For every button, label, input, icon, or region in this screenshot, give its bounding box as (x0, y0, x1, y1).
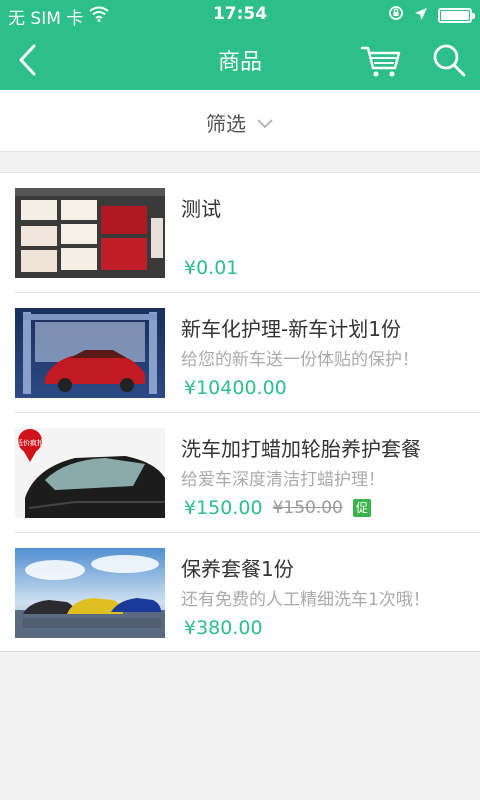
product-price: ¥10400.00 (184, 377, 287, 399)
chevron-down-icon (257, 118, 273, 128)
product-price: ¥0.01 (184, 257, 239, 279)
product-description: 给爱车深度清洁打蜡护理！ (181, 470, 385, 490)
low-price-tag: 低价疯抢 (16, 438, 44, 447)
original-price: ¥150.00 (272, 498, 343, 518)
filter-button[interactable]: 筛选 (0, 108, 480, 137)
product-item[interactable]: 新车化护理-新车计划1份 给您的新车送一份体贴的保护！ ¥10400.00 (0, 293, 480, 413)
search-button[interactable] (428, 38, 472, 82)
nav-bar: 商品 (0, 30, 480, 90)
filter-label: 筛选 (206, 112, 246, 136)
search-icon (433, 44, 466, 77)
product-description: 给您的新车送一份体贴的保护！ (181, 350, 419, 370)
red-car-wash-thumbnail (15, 308, 165, 398)
product-description: 还有免费的人工精细洗车1次哦！ (181, 590, 430, 610)
cart-icon (360, 46, 401, 77)
rotation-lock-icon (388, 5, 404, 26)
product-item[interactable]: 测试 ¥0.01 (0, 173, 480, 293)
black-car-low-price-thumbnail: 低价疯抢 (15, 428, 165, 518)
cart-button[interactable] (358, 38, 404, 82)
page-title: 商品 (217, 50, 262, 75)
product-price: ¥150.00 (184, 497, 263, 519)
product-name: 保养套餐1份 (181, 557, 294, 581)
status-bar: 无 SIM 卡 17:54 (0, 0, 480, 30)
location-arrow-icon (414, 6, 428, 26)
product-name: 洗车加打蜡加轮胎养护套餐 (181, 437, 421, 461)
business-card-mockup-thumbnail (15, 188, 165, 278)
product-price: ¥380.00 (184, 617, 263, 639)
product-list: 测试 ¥0.01 新车化护理-新车计划1份 给您的新车送一份体贴的保护！ ¥10… (0, 172, 480, 652)
product-item[interactable]: 保养套餐1份 还有免费的人工精细洗车1次哦！ ¥380.00 (0, 533, 480, 653)
filter-bar: 筛选 (0, 90, 480, 152)
product-name: 新车化护理-新车计划1份 (181, 317, 401, 341)
top-bar: 无 SIM 卡 17:54 商品 (0, 0, 480, 90)
product-name: 测试 (181, 197, 221, 221)
product-item[interactable]: 低价疯抢 洗车加打蜡加轮胎养护套餐 给爱车深度清洁打蜡护理！ ¥150.00 ¥… (0, 413, 480, 533)
three-cars-sky-thumbnail (15, 548, 165, 638)
promo-badge: 促 (352, 499, 371, 517)
battery-icon (438, 8, 475, 23)
